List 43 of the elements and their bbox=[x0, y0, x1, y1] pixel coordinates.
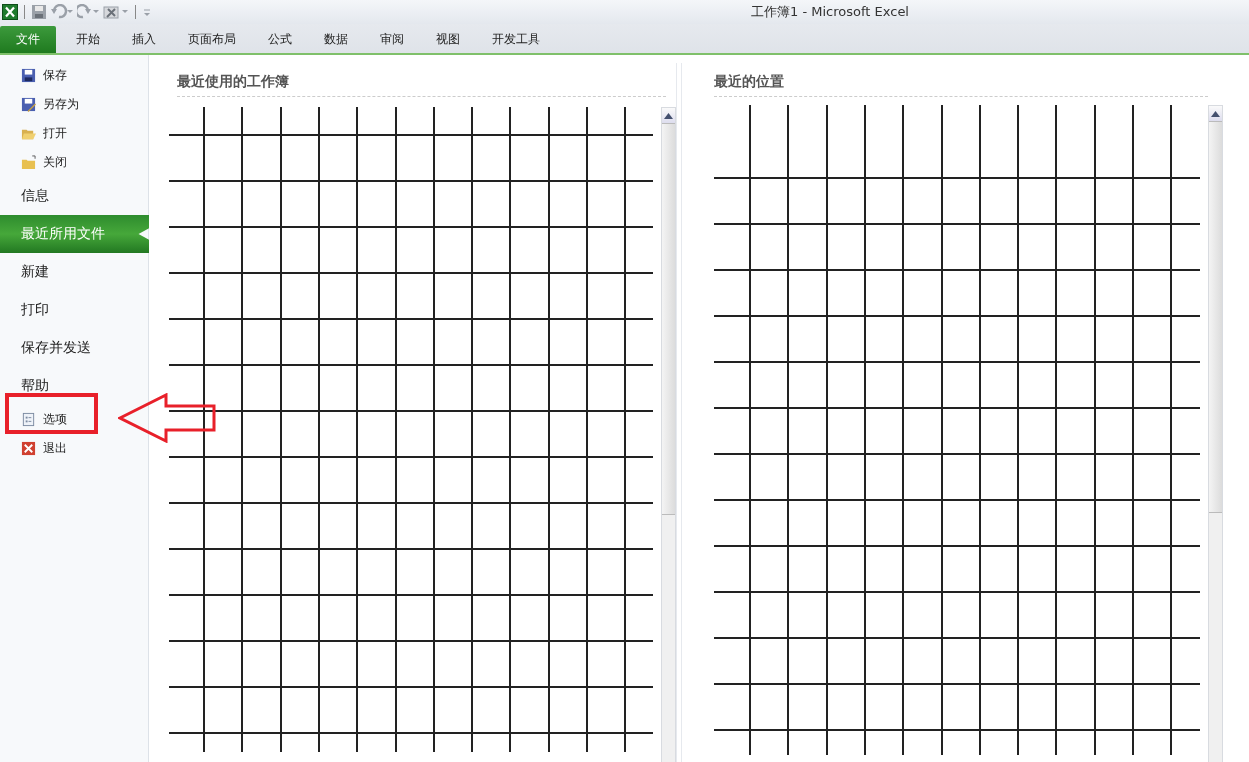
ribbon-tab[interactable]: 数据 bbox=[308, 26, 364, 53]
ribbon-tab[interactable]: 审阅 bbox=[364, 26, 420, 53]
scroll-up-icon bbox=[1211, 110, 1220, 117]
ribbon-tab[interactable]: 插入 bbox=[116, 26, 172, 53]
scrollbar[interactable] bbox=[1208, 105, 1223, 762]
ribbon-tab[interactable]: 开发工具 bbox=[476, 26, 556, 53]
panel-title: 最近使用的工作簿 bbox=[177, 63, 666, 97]
folder-icon bbox=[21, 155, 36, 170]
redo-icon[interactable] bbox=[77, 4, 99, 20]
sidebar-label: 退出 bbox=[43, 440, 67, 457]
ribbon-tab[interactable]: 开始 bbox=[60, 26, 116, 53]
floppy-pencil-icon bbox=[21, 97, 36, 112]
sidebar-item[interactable]: 保存并发送 bbox=[0, 329, 148, 367]
sidebar-label: 打开 bbox=[43, 125, 67, 142]
sidebar-item[interactable]: 保存 bbox=[0, 61, 148, 90]
sidebar-item[interactable]: 帮助 bbox=[0, 367, 148, 405]
ribbon-tab[interactable]: 公式 bbox=[252, 26, 308, 53]
panel-title: 最近的位置 bbox=[714, 63, 1208, 97]
tools-icon[interactable] bbox=[103, 4, 129, 20]
sidebar-item[interactable]: 打开 bbox=[0, 119, 148, 148]
sidebar-item[interactable]: 信息 bbox=[0, 177, 148, 215]
sidebar-label: 另存为 bbox=[43, 96, 79, 113]
scroll-up-icon bbox=[664, 112, 673, 119]
sidebar-item[interactable]: 打印 bbox=[0, 291, 148, 329]
sidebar-item[interactable]: 新建 bbox=[0, 253, 148, 291]
close-icon bbox=[21, 441, 36, 456]
sidebar-item[interactable]: 关闭 bbox=[0, 148, 148, 177]
sidebar-item[interactable]: 另存为 bbox=[0, 90, 148, 119]
arrow-icon bbox=[118, 393, 218, 443]
sidebar-item[interactable]: 退出 bbox=[0, 434, 148, 463]
save-icon[interactable] bbox=[31, 4, 47, 20]
sidebar-label: 保存 bbox=[43, 67, 67, 84]
sidebar-label: 关闭 bbox=[43, 154, 67, 171]
sidebar-item[interactable]: 选项 bbox=[0, 405, 148, 434]
undo-icon[interactable] bbox=[51, 4, 73, 20]
excel-logo-icon bbox=[2, 4, 18, 20]
ribbon-tab[interactable]: 视图 bbox=[420, 26, 476, 53]
sidebar-label: 选项 bbox=[43, 411, 67, 428]
document-icon bbox=[21, 412, 36, 427]
window-title: 工作簿1 - Microsoft Excel bbox=[751, 3, 909, 21]
ribbon-tab[interactable]: 页面布局 bbox=[172, 26, 252, 53]
scrollbar[interactable] bbox=[661, 107, 676, 762]
ribbon-tab[interactable]: 文件 bbox=[0, 26, 56, 53]
